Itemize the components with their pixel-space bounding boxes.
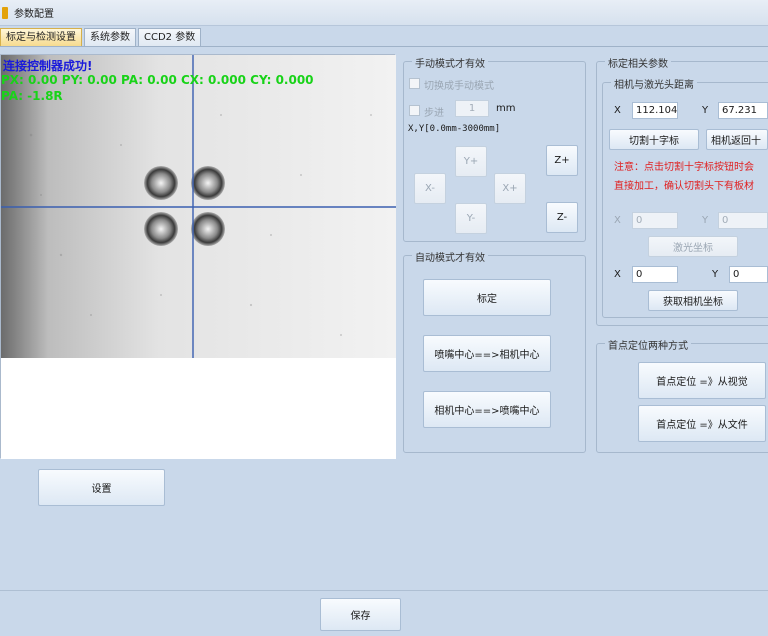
laser-y-input[interactable]: 0 <box>718 212 768 229</box>
camera-y-label: Y <box>712 269 719 280</box>
z-plus-button[interactable]: Z+ <box>546 145 578 176</box>
tab-system-params[interactable]: 系统参数 <box>84 28 136 47</box>
camera-x-input[interactable]: 0 <box>632 266 678 283</box>
offset-y-input[interactable]: 67.231 <box>718 102 768 119</box>
camera-return-button[interactable]: 相机返回十 <box>706 129 768 150</box>
tab-content-border <box>0 46 768 47</box>
cut-cross-button[interactable]: 切割十字标 <box>609 129 699 150</box>
camera-y-input[interactable]: 0 <box>729 266 768 283</box>
offset-y-label: Y <box>702 105 709 116</box>
nozzle-to-camera-button[interactable]: 喷嘴中心==>相机中心 <box>423 335 551 372</box>
step-value-input[interactable]: 1 <box>455 100 489 117</box>
step-label: 步进 <box>424 108 444 119</box>
step-unit-label: mm <box>496 103 516 114</box>
camera-image <box>1 55 396 459</box>
z-minus-button[interactable]: Z- <box>546 202 578 233</box>
y-minus-button[interactable]: Y- <box>455 203 487 234</box>
settings-button[interactable]: 设置 <box>38 469 165 506</box>
manual-mode-label: 切换成手动模式 <box>424 81 494 92</box>
warning-note-line1: 注意：点击切割十字标按钮时会 <box>614 162 754 173</box>
range-label: X,Y[0.0mm-3000mm] <box>408 124 501 134</box>
camera-to-nozzle-button[interactable]: 相机中心==>喷嘴中心 <box>423 391 551 428</box>
laser-coord-button[interactable]: 激光坐标 <box>648 236 738 257</box>
window-title: 参数配置 <box>14 9 54 20</box>
first-point-legend: 首点定位两种方式 <box>605 337 691 352</box>
first-point-from-vision-button[interactable]: 首点定位 =》从视觉 <box>638 362 766 399</box>
laser-x-label: X <box>614 215 621 226</box>
offset-x-label: X <box>614 105 621 116</box>
warning-note-line2: 直接加工，确认切割头下有板材 <box>614 181 754 192</box>
manual-mode-checkbox[interactable] <box>409 78 420 89</box>
get-camera-coord-button[interactable]: 获取相机坐标 <box>648 290 738 311</box>
tab-ccd2-params[interactable]: CCD2 参数 <box>138 28 202 47</box>
title-bar: 参数配置 <box>0 0 768 26</box>
laser-y-label: Y <box>702 215 709 226</box>
auto-mode-legend: 自动模式才有效 <box>412 249 488 264</box>
app-icon <box>2 6 8 19</box>
camera-coords-readout: PX: 0.00 PY: 0.00 PA: 0.00 CX: 0.000 CY:… <box>1 73 314 87</box>
camera-angle-readout: PA: -1.8R <box>1 89 63 103</box>
calibration-params-legend: 标定相关参数 <box>605 55 671 70</box>
laser-x-input[interactable]: 0 <box>632 212 678 229</box>
offset-x-input[interactable]: 112.104 <box>632 102 678 119</box>
camera-laser-distance-legend: 相机与激光头距离 <box>611 76 697 91</box>
camera-view[interactable]: 连接控制器成功! PX: 0.00 PY: 0.00 PA: 0.00 CX: … <box>0 54 396 459</box>
first-point-from-file-button[interactable]: 首点定位 =》从文件 <box>638 405 766 442</box>
save-button[interactable]: 保存 <box>320 598 401 631</box>
tab-calibration-detection[interactable]: 标定与检测设置 <box>0 28 82 47</box>
tab-bar: 标定与检测设置 系统参数 CCD2 参数 <box>0 28 203 47</box>
camera-x-label: X <box>614 269 621 280</box>
y-plus-button[interactable]: Y+ <box>455 146 487 177</box>
footer-divider <box>0 590 768 591</box>
x-plus-button[interactable]: X+ <box>494 173 526 204</box>
camera-status-text: 连接控制器成功! <box>3 59 93 73</box>
x-minus-button[interactable]: X- <box>414 173 446 204</box>
step-checkbox[interactable] <box>409 105 420 116</box>
calibrate-button[interactable]: 标定 <box>423 279 551 316</box>
manual-mode-legend: 手动模式才有效 <box>412 55 488 70</box>
